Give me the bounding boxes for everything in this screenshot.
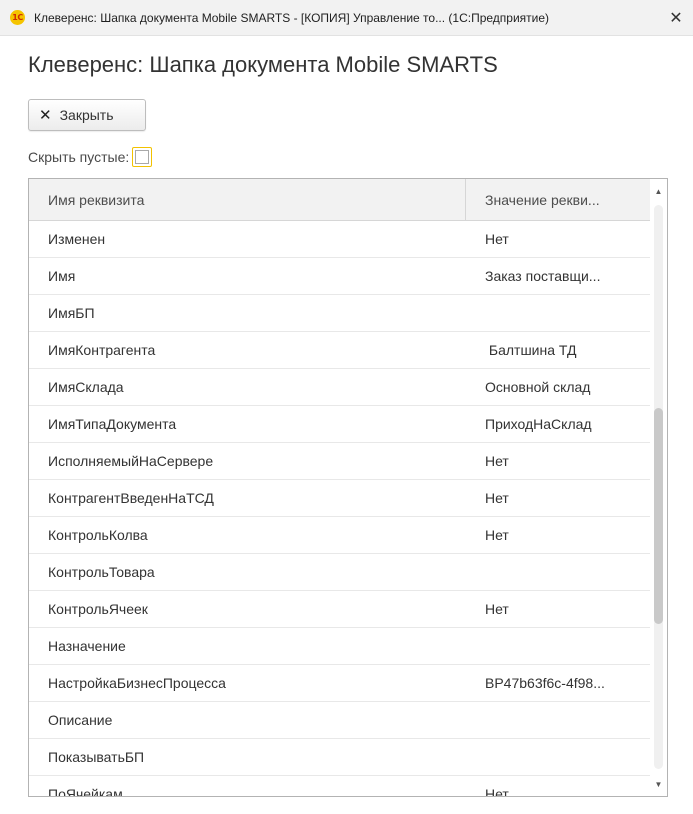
- table-row[interactable]: НастройкаБизнесПроцесса BP47b63f6c-4f98..…: [29, 665, 652, 702]
- table-row[interactable]: ИмяТипаДокумента ПриходНаСклад: [29, 406, 652, 443]
- attribute-name-cell: ИмяБП: [48, 305, 95, 321]
- attribute-value-cell: Нет: [485, 453, 509, 469]
- attribute-name-cell: ПоЯчейкам: [48, 786, 123, 797]
- table-header: Имя реквизита Значение рекви...: [29, 179, 667, 221]
- attribute-value-cell: Нет: [485, 786, 509, 797]
- scroll-down-icon[interactable]: ▼: [650, 774, 667, 794]
- attributes-table: Имя реквизита Значение рекви... Изменен Н…: [28, 178, 668, 797]
- attribute-value-cell: [466, 295, 652, 331]
- table-row[interactable]: ПоказыватьБП: [29, 739, 652, 776]
- table-row[interactable]: Изменен Нет: [29, 221, 652, 258]
- hide-empty-checkbox[interactable]: [132, 147, 153, 167]
- table-row[interactable]: КонтрольКолва Нет: [29, 517, 652, 554]
- attribute-name-cell: ИмяКонтрагента: [48, 342, 156, 358]
- table-row[interactable]: ИмяКонтрагента Балтшина ТД: [29, 332, 652, 369]
- attribute-name-cell: ПоказыватьБП: [48, 749, 145, 765]
- vertical-scrollbar[interactable]: ▲ ▼: [650, 179, 667, 796]
- close-button[interactable]: ✕ Закрыть: [28, 99, 146, 131]
- hide-empty-label: Скрыть пустые:: [28, 149, 130, 165]
- app-logo-icon: 1С: [10, 10, 25, 25]
- page-title: Клеверенс: Шапка документа Mobile SMARTS: [28, 52, 498, 77]
- close-button-label: Закрыть: [59, 107, 114, 123]
- column-header-value[interactable]: Значение рекви...: [466, 179, 652, 220]
- attribute-value-cell: Нет: [485, 601, 509, 617]
- attribute-value-cell: Заказ поставщи...: [485, 268, 601, 284]
- hide-empty-filter: Скрыть пустые:: [28, 144, 153, 170]
- table-body: Изменен Нет Имя Заказ поставщи... ИмяБП ИмяКо…: [29, 221, 652, 797]
- attribute-value-cell: ПриходНаСклад: [485, 416, 592, 432]
- attribute-name-cell: Изменен: [48, 231, 106, 247]
- close-icon: ✕: [39, 107, 52, 124]
- window-titlebar: 1С Клеверенс: Шапка документа Mobile SMA…: [0, 0, 693, 36]
- window-close-icon[interactable]: ✕: [661, 8, 691, 28]
- table-row[interactable]: Описание: [29, 702, 652, 739]
- attribute-name-cell: Имя: [48, 268, 76, 284]
- attribute-value-cell: Балтшина ТД: [485, 342, 577, 358]
- window-title: Клеверенс: Шапка документа Mobile SMARTS…: [34, 10, 550, 25]
- attribute-value-cell: [466, 628, 652, 664]
- table-row[interactable]: ИмяБП: [29, 295, 652, 332]
- attribute-name-cell: Назначение: [48, 638, 126, 654]
- attribute-value-cell: Основной склад: [485, 379, 591, 395]
- attribute-value-cell: BP47b63f6c-4f98...: [485, 675, 605, 691]
- attribute-value-cell: [466, 702, 652, 738]
- attribute-name-cell: КонтрагентВведенНаТСД: [48, 490, 214, 506]
- table-row[interactable]: КонтрольТовара: [29, 554, 652, 591]
- attribute-value-cell: Нет: [485, 527, 509, 543]
- attribute-name-cell: КонтрольКолва: [48, 527, 148, 543]
- attribute-name-cell: Описание: [48, 712, 113, 728]
- attribute-name-cell: ИмяТипаДокумента: [48, 416, 177, 432]
- scroll-up-icon[interactable]: ▲: [650, 181, 667, 201]
- table-row[interactable]: КонтрольЯчеек Нет: [29, 591, 652, 628]
- attribute-name-cell: ИмяСклада: [48, 379, 124, 395]
- attribute-value-cell: [466, 554, 652, 590]
- attribute-value-cell: Нет: [485, 490, 509, 506]
- scrollbar-thumb[interactable]: [654, 408, 663, 624]
- table-row[interactable]: ПоЯчейкам Нет: [29, 776, 652, 797]
- table-row[interactable]: Назначение: [29, 628, 652, 665]
- table-row[interactable]: Имя Заказ поставщи...: [29, 258, 652, 295]
- attribute-value-cell: [466, 739, 652, 775]
- column-header-name[interactable]: Имя реквизита: [29, 179, 466, 220]
- attribute-name-cell: КонтрольЯчеек: [48, 601, 148, 617]
- table-row[interactable]: КонтрагентВведенНаТСД Нет: [29, 480, 652, 517]
- attribute-name-cell: НастройкаБизнесПроцесса: [48, 675, 226, 691]
- table-row[interactable]: ИмяСклада Основной склад: [29, 369, 652, 406]
- scrollbar-track[interactable]: [654, 205, 663, 769]
- attribute-name-cell: ИсполняемыйНаСервере: [48, 453, 214, 469]
- table-row[interactable]: ИсполняемыйНаСервере Нет: [29, 443, 652, 480]
- attribute-name-cell: КонтрольТовара: [48, 564, 155, 580]
- attribute-value-cell: Нет: [485, 231, 509, 247]
